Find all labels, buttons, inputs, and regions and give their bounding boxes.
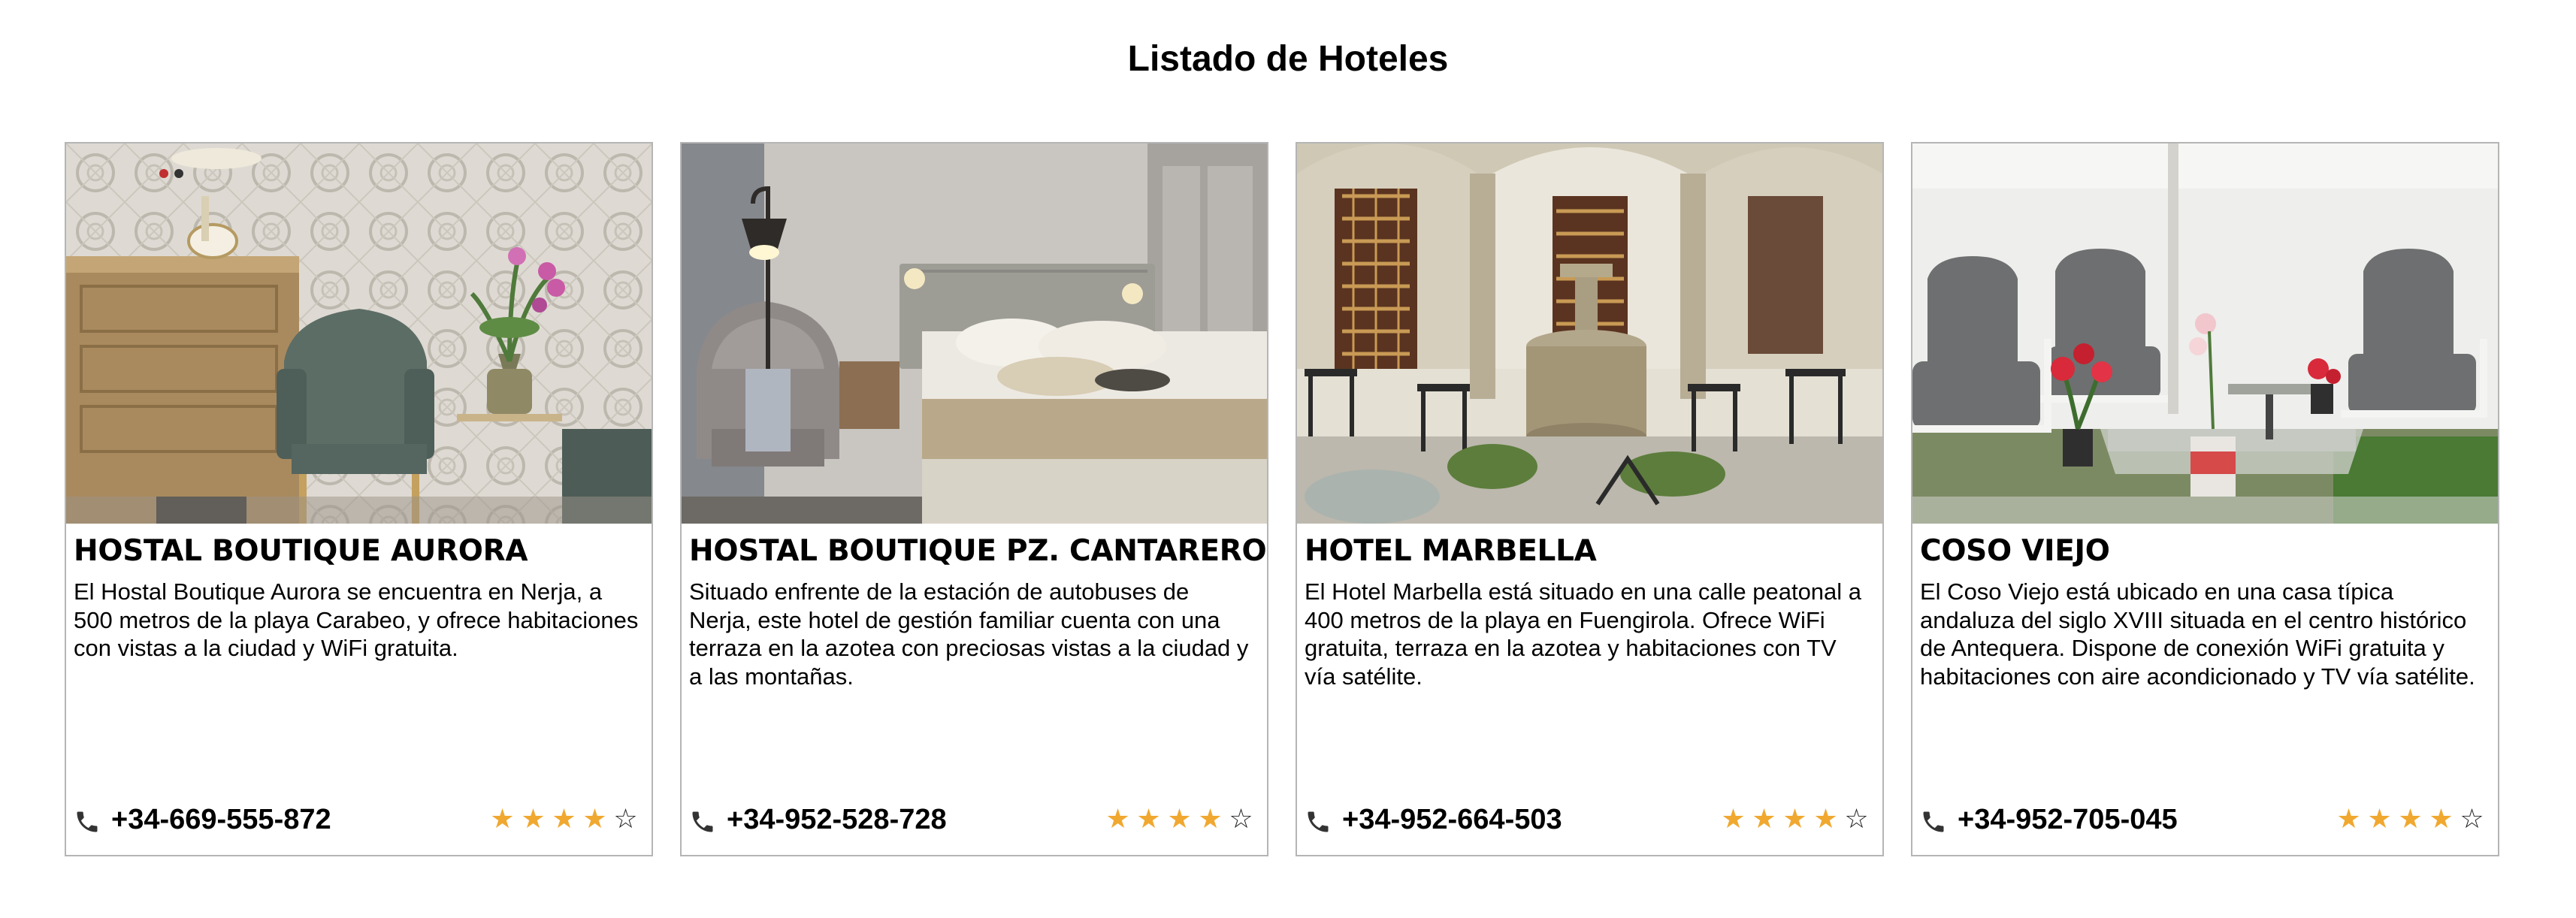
star-filled-icon: ★ — [2367, 804, 2392, 835]
star-filled-icon: ★ — [2398, 804, 2423, 835]
star-filled-icon: ★ — [1721, 804, 1746, 835]
card-footer: +34-952-664-503 ★ ★ ★ ★ ☆ — [1305, 801, 1872, 838]
phone-number[interactable]: +34-952-705-045 — [1958, 801, 2178, 838]
star-rating: ★ ★ ★ ★ ☆ — [487, 802, 641, 837]
hotel-name: HOSTAL BOUTIQUE PZ. CANTARERO — [689, 534, 1267, 568]
hotel-bedroom-photo — [682, 143, 1267, 524]
phone-icon — [77, 811, 98, 832]
hotel-card[interactable]: COSO VIEJO El Coso Viejo está ubicado en… — [1911, 142, 2499, 856]
phone-number[interactable]: +34-952-664-503 — [1342, 801, 1562, 838]
page-title: Listado de Hoteles — [1127, 39, 1449, 79]
hotel-name: HOSTAL BOUTIQUE AURORA — [74, 534, 528, 568]
hotel-card[interactable]: HOTEL MARBELLA El Hotel Marbella está si… — [1296, 142, 1884, 856]
star-filled-icon: ★ — [1198, 804, 1223, 835]
hotel-description: El Hostal Boutique Aurora se encuentra e… — [74, 578, 639, 661]
hotel-name: COSO VIEJO — [1920, 534, 2110, 568]
star-filled-icon: ★ — [2429, 804, 2454, 835]
star-filled-icon: ★ — [1167, 804, 1192, 835]
phone-icon — [1923, 811, 1944, 832]
phone-number[interactable]: +34-669-555-872 — [111, 801, 331, 838]
phone-number[interactable]: +34-952-528-728 — [727, 801, 947, 838]
star-filled-icon: ★ — [1105, 804, 1130, 835]
star-filled-icon: ★ — [1782, 804, 1807, 835]
star-filled-icon: ★ — [1752, 804, 1776, 835]
hotel-lobby-photo — [66, 143, 652, 524]
star-empty-icon: ☆ — [613, 804, 638, 835]
phone-icon — [1308, 811, 1329, 832]
hotel-card[interactable]: HOSTAL BOUTIQUE PZ. CANTARERO Situado en… — [680, 142, 1268, 856]
star-empty-icon: ☆ — [2460, 804, 2484, 835]
star-empty-icon: ☆ — [1229, 804, 1253, 835]
star-filled-icon: ★ — [1813, 804, 1838, 835]
star-filled-icon: ★ — [2336, 804, 2361, 835]
star-rating: ★ ★ ★ ★ ☆ — [1718, 802, 1872, 837]
hotel-description: El Hotel Marbella está situado en una ca… — [1305, 578, 1862, 690]
phone-icon — [692, 811, 713, 832]
star-filled-icon: ★ — [552, 804, 576, 835]
star-rating: ★ ★ ★ ★ ☆ — [1102, 802, 1256, 837]
star-filled-icon: ★ — [490, 804, 515, 835]
card-footer: +34-669-555-872 ★ ★ ★ ★ ☆ — [74, 801, 641, 838]
star-rating: ★ ★ ★ ★ ☆ — [2333, 802, 2487, 837]
hotel-description: El Coso Viejo está ubicado en una casa t… — [1920, 578, 2475, 690]
hotel-description: Situado enfrente de la estación de autob… — [689, 578, 1249, 690]
star-filled-icon: ★ — [582, 804, 607, 835]
hotel-card[interactable]: HOSTAL BOUTIQUE AURORA El Hostal Boutiqu… — [65, 142, 653, 856]
hotel-name: HOTEL MARBELLA — [1305, 534, 1597, 568]
hotel-courtyard-photo — [1297, 143, 1882, 524]
star-filled-icon: ★ — [1136, 804, 1161, 835]
card-footer: +34-952-705-045 ★ ★ ★ ★ ☆ — [1920, 801, 2487, 838]
hotel-terrace-photo — [1912, 143, 2498, 524]
card-footer: +34-952-528-728 ★ ★ ★ ★ ☆ — [689, 801, 1256, 838]
star-empty-icon: ☆ — [1844, 804, 1869, 835]
star-filled-icon: ★ — [521, 804, 546, 835]
